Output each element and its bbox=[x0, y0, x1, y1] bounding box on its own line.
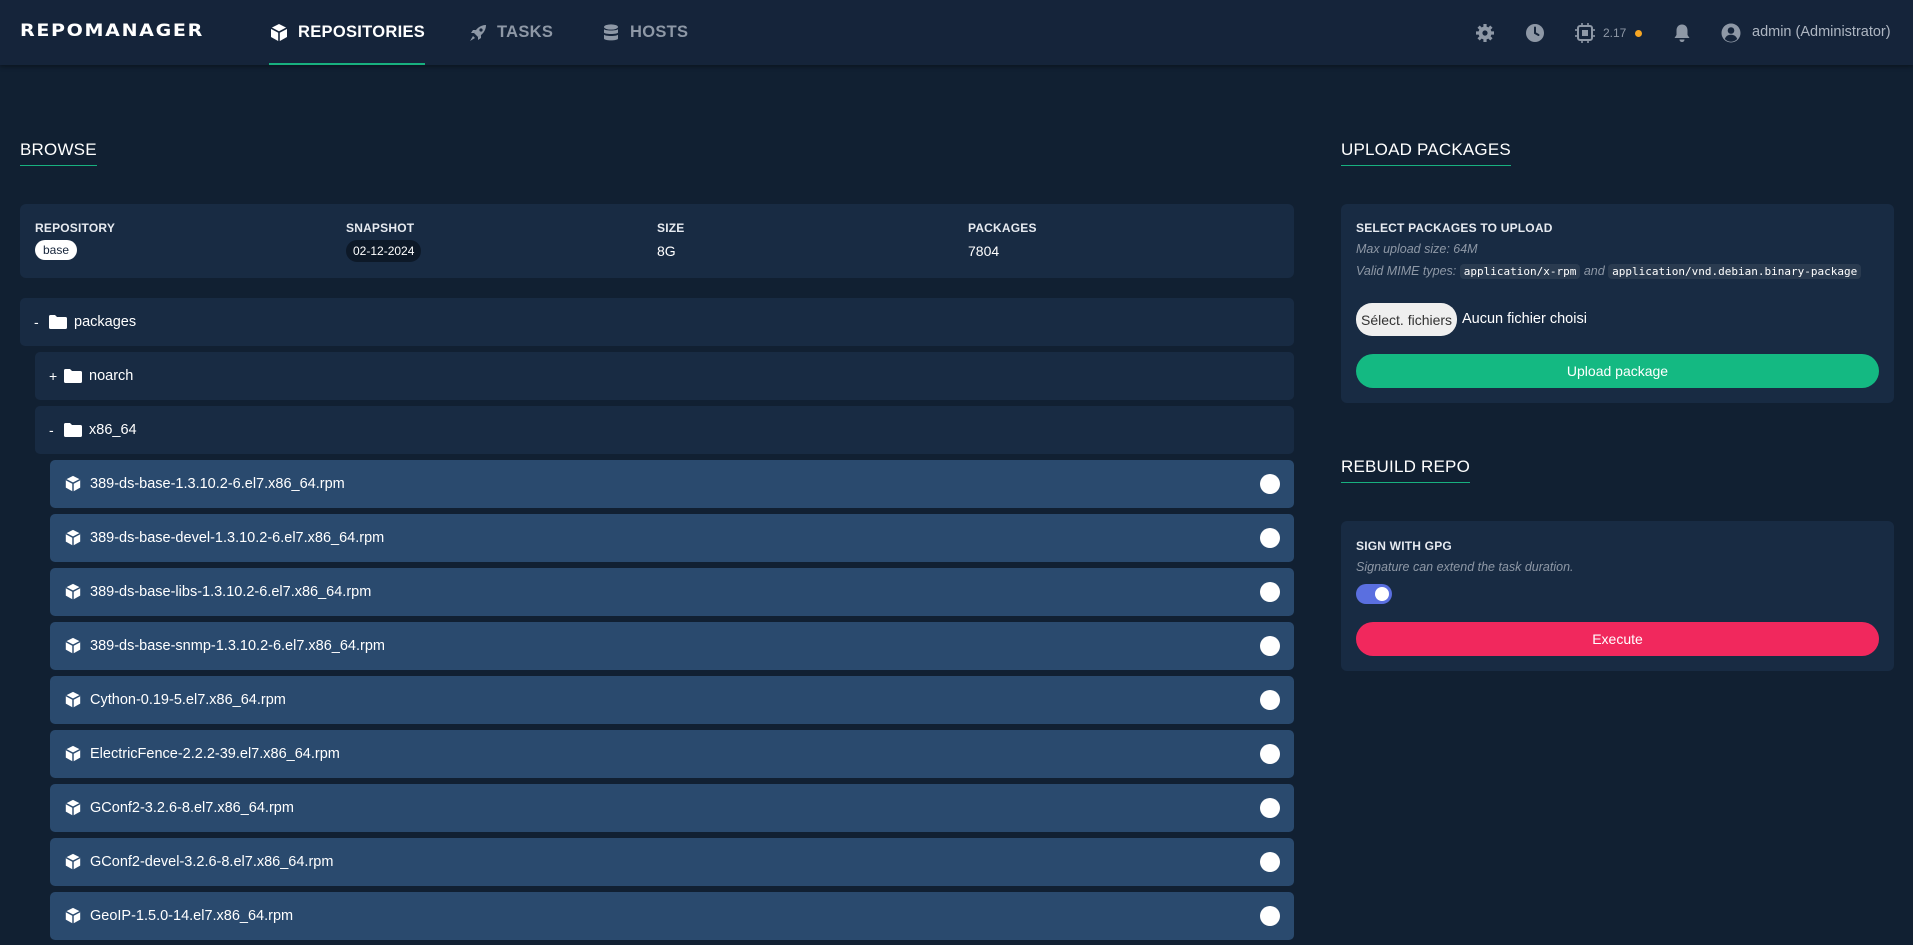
package-name: 389-ds-base-snmp-1.3.10.2-6.el7.x86_64.r… bbox=[90, 638, 385, 654]
signature-note: Signature can extend the task duration. bbox=[1356, 560, 1574, 574]
nav-hosts[interactable]: HOSTS bbox=[601, 0, 688, 65]
packages-count: 7804 bbox=[968, 243, 1000, 259]
package-icon bbox=[65, 529, 81, 546]
package-row[interactable]: 389-ds-base-1.3.10.2-6.el7.x86_64.rpm bbox=[50, 460, 1294, 508]
package-name: 389-ds-base-devel-1.3.10.2-6.el7.x86_64.… bbox=[90, 530, 385, 546]
folder-toggle: - bbox=[49, 422, 54, 438]
nav-tasks[interactable]: TASKS bbox=[468, 0, 553, 65]
size-label: SIZE bbox=[657, 221, 685, 235]
nav-repositories[interactable]: REPOSITORIES bbox=[269, 0, 426, 65]
package-icon bbox=[65, 583, 81, 600]
package-select-checkbox[interactable] bbox=[1260, 798, 1280, 818]
snapshot-label: SNAPSHOT bbox=[346, 221, 415, 235]
package-row[interactable]: GConf2-devel-3.2.6-8.el7.x86_64.rpm bbox=[50, 838, 1294, 886]
package-icon bbox=[65, 691, 81, 708]
choose-files-button[interactable]: Sélect. fichiers bbox=[1356, 303, 1458, 336]
nav-hosts-label: HOSTS bbox=[630, 23, 689, 41]
update-status-dot bbox=[1635, 30, 1642, 37]
folder-icon bbox=[64, 423, 82, 437]
nav-repositories-label: REPOSITORIES bbox=[298, 23, 426, 41]
nav-tasks-label: TASKS bbox=[497, 23, 554, 41]
package-name: GeoIP-1.5.0-14.el7.x86_64.rpm bbox=[90, 908, 294, 924]
package-row[interactable]: Cython-0.19-5.el7.x86_64.rpm bbox=[50, 676, 1294, 724]
file-status-label: Aucun fichier choisi bbox=[1462, 311, 1587, 327]
gear-icon bbox=[1476, 24, 1494, 42]
repository-label: REPOSITORY bbox=[35, 221, 116, 235]
package-name: GConf2-devel-3.2.6-8.el7.x86_64.rpm bbox=[90, 854, 334, 870]
snapshot-badge: 02-12-2024 bbox=[346, 240, 422, 262]
package-icon bbox=[65, 907, 81, 924]
folder-noarch[interactable]: + noarch bbox=[35, 352, 1294, 400]
package-select-checkbox[interactable] bbox=[1260, 582, 1280, 602]
package-select-checkbox[interactable] bbox=[1260, 744, 1280, 764]
package-row[interactable]: 389-ds-base-libs-1.3.10.2-6.el7.x86_64.r… bbox=[50, 568, 1294, 616]
package-row[interactable]: 389-ds-base-snmp-1.3.10.2-6.el7.x86_64.r… bbox=[50, 622, 1294, 670]
sign-gpg-label: SIGN WITH GPG bbox=[1356, 539, 1452, 553]
package-row[interactable]: 389-ds-base-devel-1.3.10.2-6.el7.x86_64.… bbox=[50, 514, 1294, 562]
package-select-checkbox[interactable] bbox=[1260, 474, 1280, 494]
packages-label: PACKAGES bbox=[968, 221, 1037, 235]
folder-x86_64[interactable]: - x86_64 bbox=[35, 406, 1294, 454]
database-icon bbox=[604, 23, 618, 40]
size-value: 8G bbox=[657, 243, 676, 259]
folder-icon bbox=[49, 315, 67, 329]
settings-button[interactable] bbox=[1474, 22, 1496, 44]
folder-packages[interactable]: - packages bbox=[20, 298, 1294, 346]
browse-title: BROWSE bbox=[20, 140, 97, 166]
folder-name: noarch bbox=[89, 368, 134, 384]
history-button[interactable] bbox=[1524, 22, 1546, 44]
package-row[interactable]: GConf2-3.2.6-8.el7.x86_64.rpm bbox=[50, 784, 1294, 832]
execute-button[interactable]: Execute bbox=[1356, 622, 1879, 656]
folder-name: x86_64 bbox=[89, 422, 137, 438]
package-name: 389-ds-base-1.3.10.2-6.el7.x86_64.rpm bbox=[90, 476, 345, 492]
mime-rpm: application/x-rpm bbox=[1459, 264, 1581, 279]
bell-icon bbox=[1674, 24, 1690, 42]
system-monitor-button[interactable] bbox=[1574, 22, 1596, 44]
cube-icon bbox=[270, 23, 288, 41]
mime-deb: application/vnd.debian.binary-package bbox=[1608, 264, 1862, 279]
package-select-checkbox[interactable] bbox=[1260, 906, 1280, 926]
package-icon bbox=[65, 475, 81, 492]
notifications-button[interactable] bbox=[1671, 22, 1693, 44]
package-row[interactable]: GeoIP-1.5.0-14.el7.x86_64.rpm bbox=[50, 892, 1294, 940]
folder-toggle: - bbox=[34, 314, 39, 330]
package-name: 389-ds-base-libs-1.3.10.2-6.el7.x86_64.r… bbox=[90, 584, 372, 600]
upload-package-button[interactable]: Upload package bbox=[1356, 354, 1879, 388]
package-name: GConf2-3.2.6-8.el7.x86_64.rpm bbox=[90, 800, 294, 816]
cpu-icon bbox=[1575, 23, 1595, 43]
package-icon bbox=[65, 637, 81, 654]
package-icon bbox=[65, 745, 81, 762]
rocket-icon bbox=[470, 24, 486, 41]
package-select-checkbox[interactable] bbox=[1260, 852, 1280, 872]
top-navbar: REPOMANAGER REPOSITORIES TASKS HOSTS 2.1… bbox=[0, 0, 1913, 65]
upload-packages-title: UPLOAD PACKAGES bbox=[1341, 140, 1511, 166]
repository-badge: base bbox=[35, 240, 78, 260]
version-label: 2.17 bbox=[1603, 26, 1627, 40]
folder-name: packages bbox=[74, 314, 137, 330]
repository-info-card: REPOSITORY base SNAPSHOT 02-12-2024 SIZE… bbox=[20, 204, 1294, 278]
clock-icon bbox=[1526, 24, 1544, 42]
user-name-label[interactable]: admin (Administrator) bbox=[1752, 24, 1891, 40]
mime-types-note: Valid MIME types: application/x-rpm and … bbox=[1356, 264, 1862, 279]
package-icon bbox=[65, 799, 81, 816]
gpg-sign-toggle[interactable] bbox=[1356, 584, 1392, 604]
package-select-checkbox[interactable] bbox=[1260, 636, 1280, 656]
package-row[interactable]: ElectricFence-2.2.2-39.el7.x86_64.rpm bbox=[50, 730, 1294, 778]
app-logo[interactable]: REPOMANAGER bbox=[20, 21, 204, 41]
folder-icon bbox=[64, 369, 82, 383]
folder-toggle: + bbox=[49, 368, 58, 384]
upload-card-title: SELECT PACKAGES TO UPLOAD bbox=[1356, 221, 1553, 235]
package-select-checkbox[interactable] bbox=[1260, 528, 1280, 548]
package-name: ElectricFence-2.2.2-39.el7.x86_64.rpm bbox=[90, 746, 340, 762]
user-circle-icon bbox=[1721, 23, 1741, 43]
package-select-checkbox[interactable] bbox=[1260, 690, 1280, 710]
user-menu-button[interactable] bbox=[1720, 22, 1742, 44]
mime-and: and bbox=[1583, 264, 1605, 278]
mime-prefix: Valid MIME types: bbox=[1356, 264, 1457, 278]
package-name: Cython-0.19-5.el7.x86_64.rpm bbox=[90, 692, 286, 708]
max-upload-size-note: Max upload size: 64M bbox=[1356, 242, 1478, 256]
toggle-knob bbox=[1375, 587, 1389, 601]
package-icon bbox=[65, 853, 81, 870]
rebuild-repo-title: REBUILD REPO bbox=[1341, 457, 1470, 483]
